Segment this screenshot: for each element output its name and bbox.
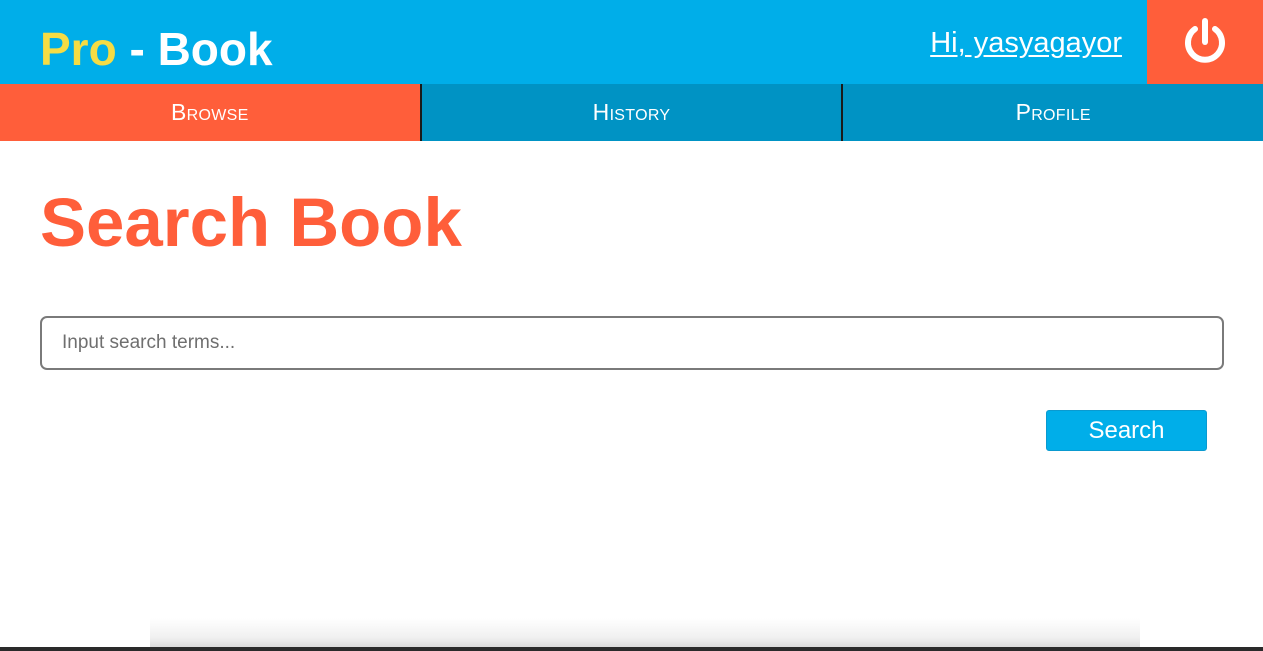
app-window: Pro - Book Hi, yasyagayor Browse History… — [0, 0, 1263, 651]
tab-history[interactable]: History — [421, 84, 844, 141]
logo-book-text: - Book — [116, 23, 273, 75]
page-title: Search Book — [40, 184, 462, 261]
bottom-edge — [0, 647, 1263, 651]
search-button[interactable]: Search — [1046, 410, 1207, 451]
logo-pro-text: Pro — [40, 23, 117, 75]
power-icon — [1185, 18, 1225, 63]
tab-profile[interactable]: Profile — [843, 84, 1263, 141]
header-bar: Pro - Book Hi, yasyagayor — [0, 0, 1263, 84]
user-greeting-link[interactable]: Hi, yasyagayor — [930, 26, 1122, 60]
main-nav: Browse History Profile — [0, 84, 1263, 141]
logout-button[interactable] — [1147, 0, 1263, 84]
app-logo[interactable]: Pro - Book — [40, 22, 273, 76]
tab-browse[interactable]: Browse — [0, 84, 422, 141]
search-input[interactable] — [40, 316, 1224, 370]
